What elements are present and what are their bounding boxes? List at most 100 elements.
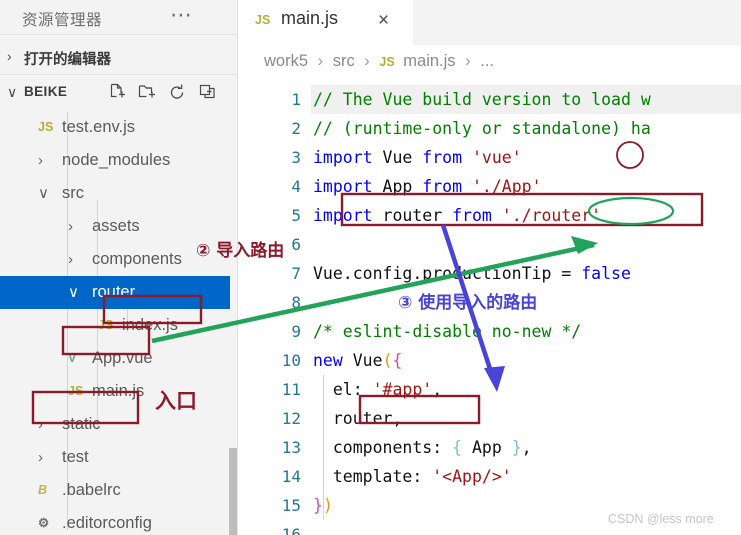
code-token: false — [581, 264, 631, 283]
file-tree-item[interactable]: ∨ src — [0, 177, 230, 210]
tab-label: main.js — [281, 8, 339, 28]
code-token: Vue — [382, 148, 423, 167]
code-token: import — [313, 206, 383, 225]
file-tree-item-label: static — [62, 415, 101, 433]
breadcrumb-separator: › — [364, 52, 370, 70]
line-number: 1 — [291, 90, 301, 109]
explorer-more-icon[interactable]: ⋯ — [170, 4, 193, 26]
js-icon: JS — [379, 55, 395, 69]
code-line: 6 — [238, 230, 741, 259]
code-token: from — [422, 177, 472, 196]
breadcrumb: work5 › src › JS main.js › ... — [264, 52, 494, 71]
explorer-title: 资源管理器 — [22, 12, 103, 29]
annotation-entry-label: 入口 — [155, 389, 197, 413]
code-token: , — [432, 380, 443, 399]
code-text: Vue.config.productionTip = false — [313, 259, 631, 288]
workspace-name: BEIKE — [24, 84, 68, 99]
watermark: CSDN @less more — [608, 512, 714, 526]
code-token: // The Vue build version to load w — [313, 90, 651, 109]
new-folder-icon[interactable] — [138, 83, 157, 102]
file-tree-item-label: src — [62, 184, 84, 202]
code-token: // (runtime-only or standalone) ha — [313, 119, 651, 138]
file-tree-rows: JS test.env.js › node_modules ∨ src › assets › co… — [0, 112, 230, 535]
file-tree-item[interactable]: ⚙ .editorconfig — [0, 507, 230, 535]
code-token: import — [313, 148, 383, 167]
line-number: 2 — [291, 119, 301, 138]
code-token: template: — [313, 467, 433, 486]
code-token: ) — [322, 496, 333, 515]
code-token: from — [422, 148, 472, 167]
code-token: ( — [382, 351, 393, 370]
code-text: import router from './router' — [313, 201, 601, 230]
code-token: Vue — [352, 351, 383, 370]
code-token: } — [511, 438, 522, 457]
vue-icon: V — [68, 351, 77, 365]
code-token: router, — [313, 409, 403, 428]
line-number: 16 — [281, 525, 301, 535]
breadcrumb-item-symbols[interactable]: ... — [480, 52, 494, 70]
line-number: 11 — [281, 380, 301, 399]
code-token: './router' — [501, 206, 602, 225]
breadcrumb-separator: › — [465, 52, 471, 70]
code-token: el: — [313, 380, 373, 399]
file-tree-item[interactable]: V App.vue — [0, 342, 230, 375]
refresh-icon[interactable] — [168, 83, 187, 102]
line-number: 13 — [281, 438, 301, 457]
sidebar-divider-mid — [0, 74, 238, 75]
file-tree-item-label: main.js — [92, 382, 145, 400]
file-tree-item[interactable]: JS index.js — [0, 309, 230, 342]
breadcrumb-item-mainjs[interactable]: main.js — [403, 52, 455, 70]
code-token: , — [521, 438, 532, 457]
chevron-right-icon: › — [7, 48, 12, 64]
collapse-all-icon[interactable] — [198, 83, 217, 102]
vscode-window: 资源管理器 ⋯ › 打开的编辑器 ∨ BEIKE JS test.env.js … — [0, 0, 741, 535]
editor-pane: JS main.js × work5 › src › JS main.js › … — [238, 0, 741, 535]
line-number: 12 — [281, 409, 301, 428]
file-tree-item[interactable]: B .babelrc — [0, 474, 230, 507]
code-token: { — [452, 438, 463, 457]
open-editors-label: 打开的编辑器 — [24, 52, 111, 68]
file-tree-item-label: router — [92, 283, 136, 301]
code-line: 4 import App from './App' — [238, 172, 741, 201]
chevron-right-icon: › — [38, 449, 43, 466]
chevron-down-icon: ∨ — [38, 185, 49, 202]
file-tree-item[interactable]: JS test.env.js — [0, 112, 230, 144]
code-token: './App' — [471, 177, 542, 196]
tab-bar: JS main.js × — [238, 0, 741, 45]
code-line: 1 // The Vue build version to load w — [238, 85, 741, 114]
code-line: 7 Vue.config.productionTip = false — [238, 259, 741, 288]
js-icon: JS — [68, 384, 84, 398]
breadcrumb-item-src[interactable]: src — [333, 52, 355, 70]
code-text: template: '<App/>' — [313, 462, 512, 491]
close-icon[interactable]: × — [378, 8, 389, 34]
breadcrumb-item-work5[interactable]: work5 — [264, 52, 308, 70]
file-tree-item[interactable]: ∨ router — [0, 276, 230, 309]
file-tree-item[interactable]: › node_modules — [0, 144, 230, 177]
file-tree-item-label: components — [92, 250, 182, 268]
file-tree-item[interactable]: › test — [0, 441, 230, 474]
new-file-icon[interactable] — [108, 83, 127, 102]
code-line: 13 components: { App }, — [238, 433, 741, 462]
chevron-right-icon: › — [38, 416, 43, 433]
js-icon: JS — [255, 13, 271, 27]
sidebar-section-open-editors[interactable]: › 打开的编辑器 — [0, 44, 238, 72]
file-tree-item-label: node_modules — [62, 151, 171, 169]
code-token: router — [382, 206, 453, 225]
code-line: 14 template: '<App/>' — [238, 462, 741, 491]
line-number: 15 — [281, 496, 301, 515]
breadcrumb-separator: › — [317, 52, 324, 70]
sidebar-divider-top — [0, 34, 238, 35]
file-tree-item-label: .editorconfig — [62, 514, 152, 532]
file-tree-item-label: assets — [92, 217, 140, 235]
file-tree-item-label: test.env.js — [62, 118, 136, 136]
explorer-sidebar: 资源管理器 ⋯ › 打开的编辑器 ∨ BEIKE JS test.env.js … — [0, 0, 238, 535]
code-token: components: — [313, 438, 453, 457]
file-tree-item-label: index.js — [122, 316, 178, 334]
code-text: el: '#app', — [313, 375, 442, 404]
babel-icon: B — [38, 483, 48, 497]
code-text: new Vue({ — [313, 346, 402, 375]
file-tree-item-label: test — [62, 448, 89, 466]
line-number: 8 — [291, 293, 301, 312]
code-text: import App from './App' — [313, 172, 542, 201]
code-text: // The Vue build version to load w — [313, 85, 651, 114]
